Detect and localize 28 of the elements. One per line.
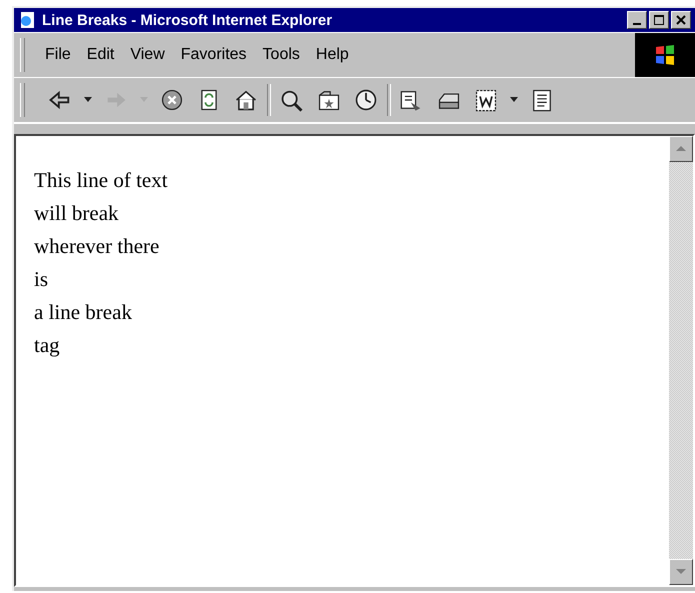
browser-icon <box>18 11 36 29</box>
minimize-icon <box>633 22 641 24</box>
up-arrow-icon <box>676 146 686 152</box>
dropdown-button[interactable] <box>507 97 521 103</box>
windows-logo <box>635 33 695 77</box>
text-line: a line break <box>34 299 132 326</box>
minimize-button[interactable] <box>627 11 647 29</box>
menu-item[interactable]: View <box>124 44 171 66</box>
menu-item[interactable]: Tools <box>256 44 306 66</box>
text-line: This line of text <box>34 167 168 194</box>
maximize-icon <box>654 15 664 25</box>
text-line: tag <box>34 332 60 359</box>
text-line: will break <box>34 200 119 227</box>
scroll-down-button[interactable] <box>669 559 693 585</box>
scrollbar[interactable] <box>669 136 693 585</box>
dropdown-button[interactable] <box>81 97 95 103</box>
menu-item[interactable]: Edit <box>80 44 120 66</box>
text-line: is <box>34 266 48 293</box>
close-icon <box>676 15 686 25</box>
scroll-up-button[interactable] <box>669 136 693 162</box>
menu-item[interactable]: Favorites <box>174 44 253 66</box>
maximize-button[interactable] <box>649 11 669 29</box>
menu-item[interactable]: Help <box>310 44 355 66</box>
text-line: wherever there <box>34 233 160 260</box>
menu-item[interactable]: File <box>39 44 77 66</box>
window-title: Line Breaks - Microsoft Internet Explorer <box>42 12 334 28</box>
close-button[interactable] <box>671 11 691 29</box>
down-arrow-icon <box>676 569 686 575</box>
